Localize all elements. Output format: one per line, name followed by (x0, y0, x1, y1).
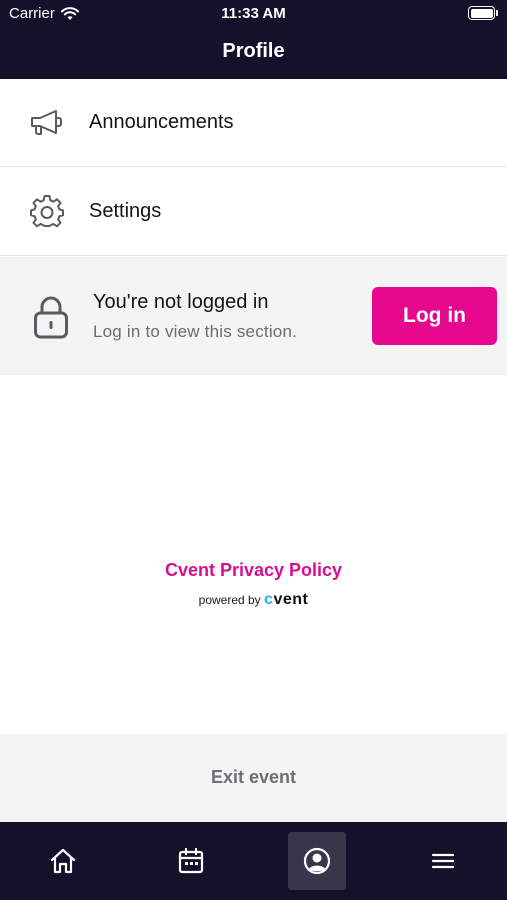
calendar-icon (178, 847, 204, 874)
tab-bar (0, 822, 507, 900)
battery-icon (468, 6, 498, 20)
tab-home[interactable] (34, 832, 92, 890)
tab-agenda[interactable] (162, 832, 220, 890)
gear-icon (28, 193, 66, 231)
powered-by-label: powered by (198, 593, 261, 607)
menu-item-settings[interactable]: Settings (0, 168, 507, 256)
top-header: Carrier 11:33 AM Profile (0, 0, 507, 79)
page-title: Profile (222, 40, 285, 62)
menu-icon (431, 853, 455, 869)
login-subtitle: Log in to view this section. (93, 322, 298, 341)
status-bar: Carrier 11:33 AM (0, 0, 507, 28)
megaphone-icon (28, 104, 66, 142)
log-in-button[interactable]: Log in (372, 287, 497, 345)
login-title: You're not logged in (93, 291, 269, 313)
lock-icon (34, 296, 68, 339)
tab-profile[interactable] (288, 832, 346, 890)
tab-more[interactable] (414, 832, 472, 890)
exit-event-button[interactable]: Exit event (0, 767, 507, 788)
menu-item-announcements[interactable]: Announcements (0, 79, 507, 167)
menu-item-label: Settings (89, 200, 162, 222)
cvent-logo: cvent (264, 591, 309, 608)
status-time: 11:33 AM (221, 5, 286, 22)
powered-by: powered by cvent (0, 591, 507, 609)
profile-icon (303, 847, 331, 875)
privacy-policy-link[interactable]: Cvent Privacy Policy (0, 560, 507, 581)
home-icon (50, 848, 76, 874)
menu-item-label: Announcements (89, 111, 234, 133)
